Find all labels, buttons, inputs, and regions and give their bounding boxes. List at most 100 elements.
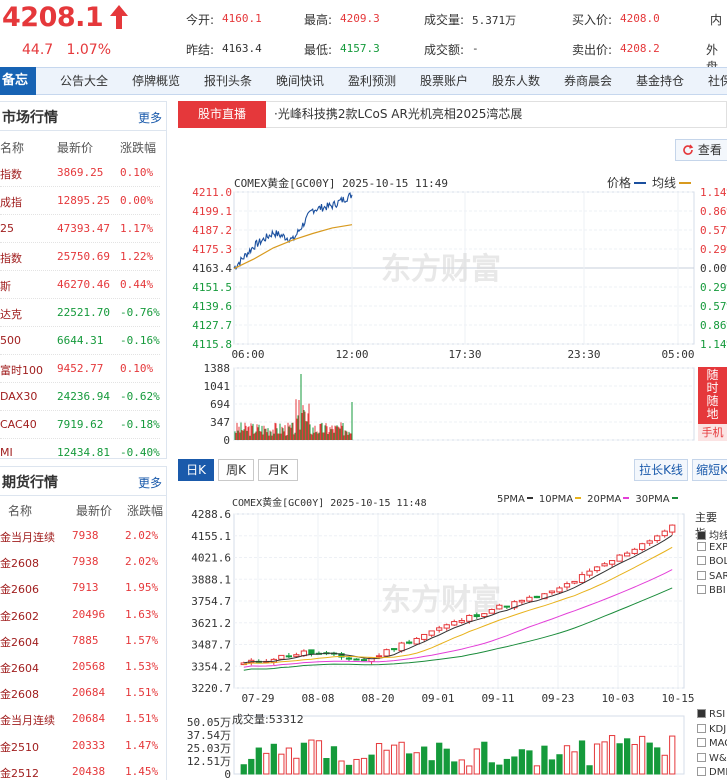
- kline-volume-bar: [578, 740, 586, 775]
- mobile-ad[interactable]: 随 时 随 地: [698, 367, 727, 424]
- live-badge[interactable]: 股市直播: [178, 101, 266, 128]
- kline-vol-tick: 0: [224, 768, 231, 780]
- futures-row-name[interactable]: 金2602: [0, 608, 39, 624]
- nav-item-broker-meeting[interactable]: 券商晨会: [564, 67, 612, 95]
- volume-indicator-option-label: KDJ: [709, 723, 727, 735]
- kline-y-tick: 4155.1: [191, 530, 231, 543]
- nav-item-shareholders[interactable]: 股东人数: [492, 67, 540, 95]
- market-row-name[interactable]: 指数: [0, 166, 22, 182]
- lengthen-k-button[interactable]: 拉长K线: [634, 459, 688, 481]
- futures-row-name[interactable]: 金2604: [0, 660, 39, 676]
- nav-item-headlines[interactable]: 报刊头条: [204, 67, 252, 95]
- nav-item-announcements[interactable]: 公告大全: [60, 67, 108, 95]
- kline-chart[interactable]: 4288.6 4155.1 4021.6 3888.1 3754.7 3621.2 3487…: [176, 488, 727, 780]
- market-row-pct: 0.44%: [120, 278, 154, 291]
- kline-volume-bar: [436, 742, 443, 775]
- nav-item-evening-news[interactable]: 晚间快讯: [276, 67, 324, 95]
- market-row-name[interactable]: CAC40: [0, 418, 37, 431]
- kline-volume-bar: [541, 745, 548, 775]
- volume-indicator-option-label: W&R: [709, 752, 727, 764]
- market-row-name[interactable]: DAX30: [0, 390, 37, 403]
- kline-volume-bar: [503, 758, 510, 775]
- futures-row-price: 7938: [72, 555, 99, 569]
- market-row-price: 7919.62: [57, 418, 104, 431]
- ma10-swatch: [575, 497, 582, 499]
- market-row-name[interactable]: MI: [0, 446, 13, 459]
- mobile-ad-sub[interactable]: 手机: [698, 424, 727, 441]
- futures-row-name[interactable]: 金2606: [0, 581, 39, 597]
- kline-volume-bar: [646, 742, 653, 775]
- kline-volume-bar: [518, 749, 526, 775]
- legend-avg-swatch: [679, 182, 692, 184]
- indicator-option[interactable]: EXPM: [697, 541, 727, 553]
- intraday-chart[interactable]: 4211.0 1.14% 4199.1 0.86% 4187.2 0.57% 4175.3 0…: [176, 170, 727, 448]
- volume-indicator-option[interactable]: RSI: [697, 709, 725, 720]
- nav-item-social-security[interactable]: 社保: [708, 67, 727, 95]
- market-row-pct: -0.76%: [120, 306, 160, 319]
- kline-y-tick: 4021.6: [191, 552, 231, 565]
- futures-header-price: 最新价: [76, 504, 113, 518]
- futures-row-name[interactable]: 金当月连续: [0, 529, 55, 545]
- candle-body: [616, 554, 623, 562]
- nav-item-accounts[interactable]: 股票账户: [420, 67, 468, 95]
- intraday-x-tick: 12:00: [335, 348, 368, 361]
- prev-settle-label: 昨结:: [186, 43, 215, 57]
- kline-vol-tick: 25.03万: [187, 742, 231, 755]
- tab-daily-k[interactable]: 日K: [178, 459, 214, 481]
- candle-body: [436, 627, 443, 631]
- kline-volume-bar: [548, 759, 556, 775]
- futures-row-name[interactable]: 金当月连续: [0, 712, 55, 728]
- indicator-option[interactable]: BOLL: [697, 556, 727, 567]
- candle-body: [285, 655, 292, 658]
- tab-weekly-k[interactable]: 周K: [218, 459, 254, 481]
- nav-item-forecast[interactable]: 盈利预测: [348, 67, 396, 95]
- nav-item-memo[interactable]: 备忘: [0, 67, 36, 95]
- market-row-name[interactable]: 成指: [0, 194, 22, 210]
- intraday-vol-tick: 1388: [204, 362, 231, 375]
- indicator-option[interactable]: 均线: [697, 527, 727, 542]
- futures-row-price: 20568: [72, 660, 106, 673]
- live-ticker[interactable]: ·光峰科技携2款LCoS AR光机亮相2025湾芯展: [266, 101, 522, 128]
- indicator-option[interactable]: SAR: [697, 570, 727, 582]
- volume-indicator-option[interactable]: KDJ: [697, 723, 727, 735]
- candle-body: [390, 648, 398, 651]
- kline-volume-bar: [488, 762, 495, 775]
- checkbox-icon: [697, 556, 706, 565]
- futures-row-name[interactable]: 金2608: [0, 686, 39, 702]
- candle-body: [473, 614, 480, 618]
- volume-indicator-option[interactable]: DMI: [697, 767, 727, 778]
- futures-row-price: 7938: [72, 529, 99, 542]
- futures-row-name[interactable]: 金2604: [0, 634, 39, 650]
- market-row-name[interactable]: 25: [0, 222, 14, 235]
- market-row-name[interactable]: 500: [0, 334, 21, 347]
- legend-price: 价格: [607, 174, 647, 191]
- futures-more-link[interactable]: 更多: [138, 474, 162, 491]
- view-button[interactable]: 查看: [675, 139, 727, 161]
- market-more-link[interactable]: 更多: [138, 109, 162, 126]
- volume-label: 成交量:: [424, 13, 465, 27]
- candle-body: [526, 596, 533, 602]
- futures-row-name[interactable]: 金2510: [0, 739, 39, 755]
- market-row-name[interactable]: 斯: [0, 278, 11, 294]
- candle-body: [548, 590, 556, 594]
- futures-row-name[interactable]: 金2608: [0, 555, 39, 571]
- shorten-k-button[interactable]: 缩短K: [692, 459, 727, 481]
- market-row-name[interactable]: 达克: [0, 306, 22, 322]
- candle-body: [571, 580, 578, 584]
- market-row-name[interactable]: 指数: [0, 250, 22, 266]
- kline-x-tick: 09-11: [481, 692, 514, 705]
- market-row-pct: -0.18%: [120, 418, 160, 431]
- market-row-divider: [0, 410, 160, 411]
- intraday-pct-tick: 1.14%: [700, 338, 727, 351]
- volume-indicator-option[interactable]: MACD: [697, 738, 727, 749]
- intraday-pct-tick: 1.14%: [700, 186, 727, 199]
- kline-volume-bar: [624, 738, 631, 775]
- nav-item-fund-holdings[interactable]: 基金持仓: [636, 67, 684, 95]
- legend-price-swatch: [634, 182, 647, 184]
- futures-row-name[interactable]: 金2512: [0, 765, 39, 780]
- volume-indicator-option[interactable]: W&R: [697, 752, 727, 764]
- market-row-name[interactable]: 富时100: [0, 362, 43, 378]
- indicator-option[interactable]: BBI: [697, 585, 726, 596]
- tab-monthly-k[interactable]: 月K: [258, 459, 298, 481]
- nav-item-suspensions[interactable]: 停牌概览: [132, 67, 180, 95]
